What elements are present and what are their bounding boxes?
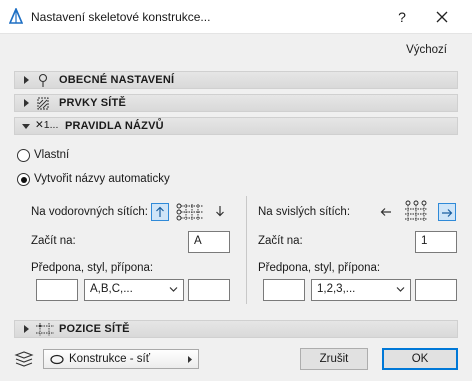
grid-position-icon [36, 323, 54, 336]
title-bar: Nastavení skeletové konstrukce... ? [0, 0, 472, 34]
layer-select[interactable]: Konstrukce - síť [43, 349, 199, 369]
naming-rules-icon: ✕1... [35, 119, 59, 131]
grid-elements-icon [37, 97, 49, 110]
radio-button[interactable] [17, 173, 30, 186]
vertical-grid-icon [405, 200, 427, 221]
vertical-grids-label: Na svislých sítích: [258, 206, 351, 218]
close-button[interactable] [428, 6, 456, 28]
layer-name: Konstrukce - síť [69, 353, 151, 365]
arrow-left-icon [380, 208, 391, 216]
section-general-settings[interactable]: OBECNÉ NASTAVENÍ [14, 71, 458, 89]
select-value: A,B,C,... [90, 283, 133, 295]
radio-label: Vlastní [34, 149, 70, 161]
archicad-logo-icon [9, 8, 23, 24]
arrow-up-icon [156, 206, 164, 217]
help-button[interactable]: ? [388, 6, 416, 28]
close-icon [436, 11, 448, 23]
chevron-down-icon [396, 287, 405, 292]
collapse-arrow-icon [22, 124, 30, 129]
select-value: 1,2,3,... [317, 283, 356, 295]
section-label: POZICE SÍTĚ [59, 323, 130, 335]
horizontal-start-input[interactable]: A [188, 231, 230, 253]
horizontal-grid-icon [176, 203, 203, 221]
section-label: OBECNÉ NASTAVENÍ [59, 74, 175, 86]
vertical-format-label: Předpona, styl, přípona: [258, 262, 381, 274]
expand-arrow-icon [24, 99, 29, 107]
section-grid-position[interactable]: POZICE SÍTĚ [14, 320, 458, 338]
layers-icon [14, 351, 34, 367]
layer-visible-icon [50, 354, 64, 365]
section-label: PRVKY SÍTĚ [59, 97, 127, 109]
horizontal-prefix-input[interactable] [36, 279, 78, 301]
vertical-style-select[interactable]: 1,2,3,... [311, 279, 411, 301]
direction-right-button[interactable] [438, 203, 456, 221]
radio-label: Vytvořit názvy automaticky [34, 173, 170, 185]
ok-button[interactable]: OK [382, 348, 458, 370]
submenu-arrow-icon [188, 356, 192, 363]
vertical-start-label: Začít na: [258, 235, 303, 247]
section-label: PRAVIDLA NÁZVŮ [65, 120, 164, 132]
expand-arrow-icon [24, 325, 29, 333]
section-naming-rules[interactable]: ✕1... PRAVIDLA NÁZVŮ [14, 117, 458, 135]
panel-divider [246, 196, 247, 304]
horizontal-style-select[interactable]: A,B,C,... [84, 279, 184, 301]
dialog-title: Nastavení skeletové konstrukce... [31, 10, 211, 24]
arrow-right-icon [442, 209, 453, 217]
section-grid-elements[interactable]: PRVKY SÍTĚ [14, 94, 458, 112]
vertical-start-input[interactable]: 1 [415, 231, 457, 253]
direction-up-button[interactable] [151, 203, 169, 221]
direction-left-button[interactable] [377, 203, 395, 221]
horizontal-suffix-input[interactable] [188, 279, 230, 301]
vertical-suffix-input[interactable] [415, 279, 457, 301]
horizontal-grids-label: Na vodorovných sítích: [31, 206, 148, 218]
chevron-down-icon [169, 287, 178, 292]
expand-arrow-icon [24, 76, 29, 84]
cancel-button[interactable]: Zrušit [300, 348, 368, 370]
pin-icon [38, 73, 48, 87]
default-settings-link[interactable]: Výchozí [406, 44, 447, 56]
direction-down-button[interactable] [211, 203, 229, 221]
horizontal-format-label: Předpona, styl, přípona: [31, 262, 154, 274]
arrow-down-icon [216, 206, 224, 217]
horizontal-start-label: Začít na: [31, 235, 76, 247]
vertical-prefix-input[interactable] [263, 279, 305, 301]
radio-button[interactable] [17, 149, 30, 162]
